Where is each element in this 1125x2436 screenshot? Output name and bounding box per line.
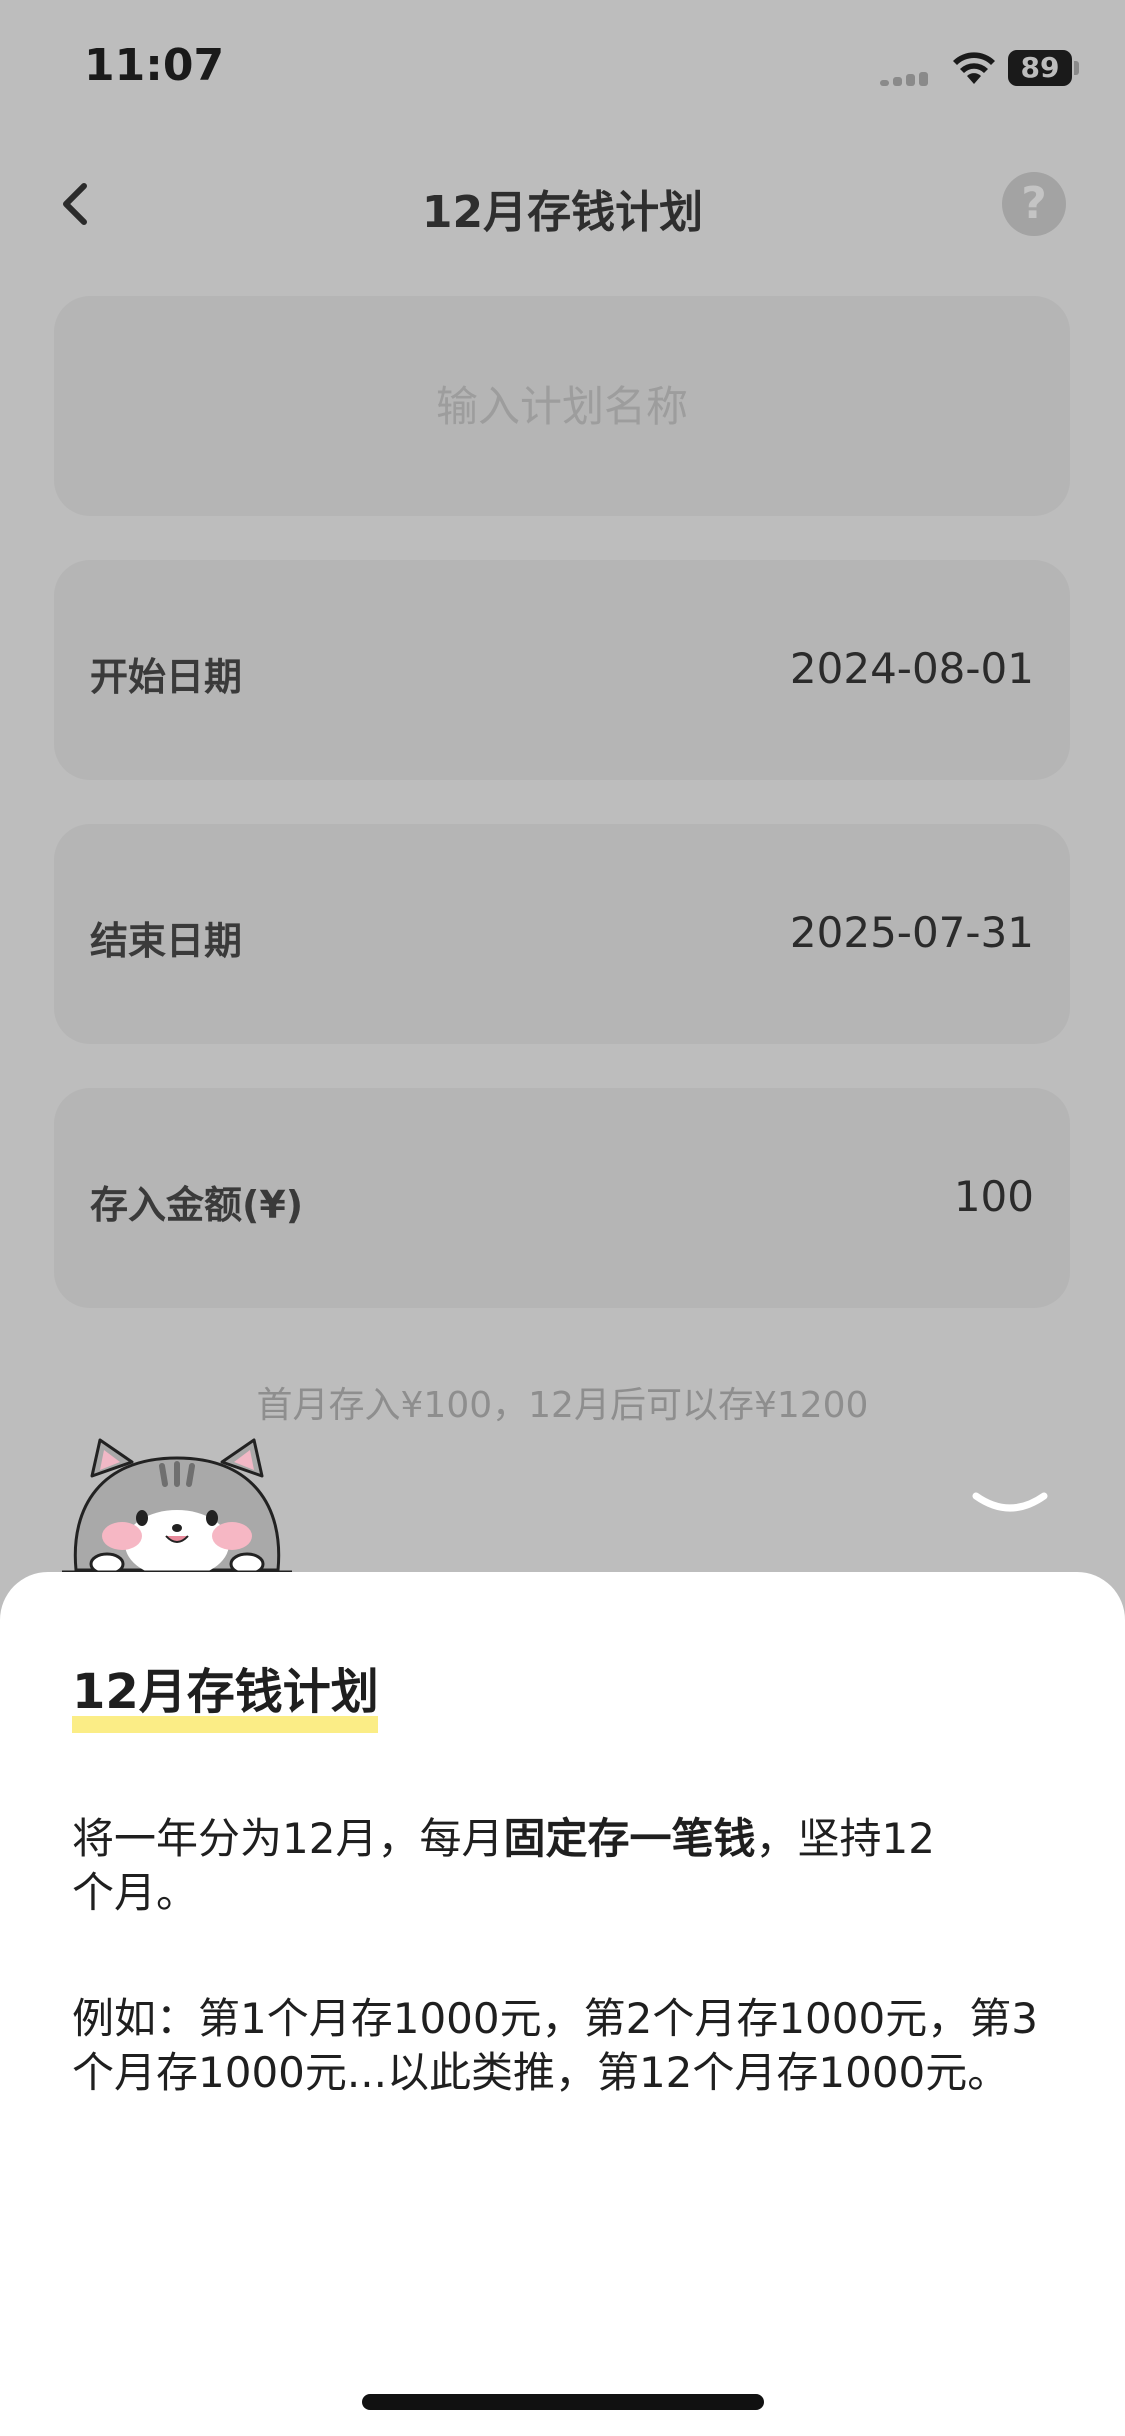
sheet-title-block: 12月存钱计划 [72,1652,379,1722]
status-time: 11:07 [84,40,225,91]
status-bar: 11:07 89 [0,0,1125,135]
cellular-signal-icon [880,70,930,86]
plan-name-input[interactable] [54,296,1070,516]
cat-mascot-icon [62,1438,292,1576]
start-date-value[interactable]: 2024-08-01 [790,644,1034,693]
battery-tip [1074,61,1079,75]
amount-value[interactable]: 100 [954,1172,1034,1221]
battery-icon: 89 [1008,50,1072,86]
chevron-down-icon[interactable] [972,1490,1048,1520]
savings-hint: 首月存入¥100，12月后可以存¥1200 [256,1385,869,1426]
sheet-example: 例如：第1个月存1000元，第2个月存1000元，第3个月存1000元...以此… [72,1994,1038,2097]
wifi-icon [953,52,995,84]
desc-text-start: 将一年分为12月，每月 [72,1814,504,1863]
start-date-label: 开始日期 [90,655,243,699]
plan-name-card[interactable] [54,296,1070,516]
amount-row[interactable]: 存入金额(¥) 100 [54,1088,1070,1308]
amount-label: 存入金额(¥) [90,1183,304,1227]
end-date-row[interactable]: 结束日期 2025-07-31 [54,824,1070,1044]
plan-info-sheet: 12月存钱计划 将一年分为12月，每月固定存一笔钱，坚持12个月。 例如：第1个… [0,1572,1125,2436]
start-date-row[interactable]: 开始日期 2024-08-01 [54,560,1070,780]
help-icon[interactable]: ? [1002,172,1066,236]
end-date-value[interactable]: 2025-07-31 [790,908,1034,957]
page-title: 12月存钱计划 [421,187,704,238]
end-date-label: 结束日期 [90,919,243,963]
home-indicator[interactable] [362,2394,764,2410]
sheet-title: 12月存钱计划 [72,1664,379,1720]
sheet-description: 将一年分为12月，每月固定存一笔钱，坚持12个月。 [72,1812,952,1920]
desc-text-bold: 固定存一笔钱 [503,1814,756,1863]
